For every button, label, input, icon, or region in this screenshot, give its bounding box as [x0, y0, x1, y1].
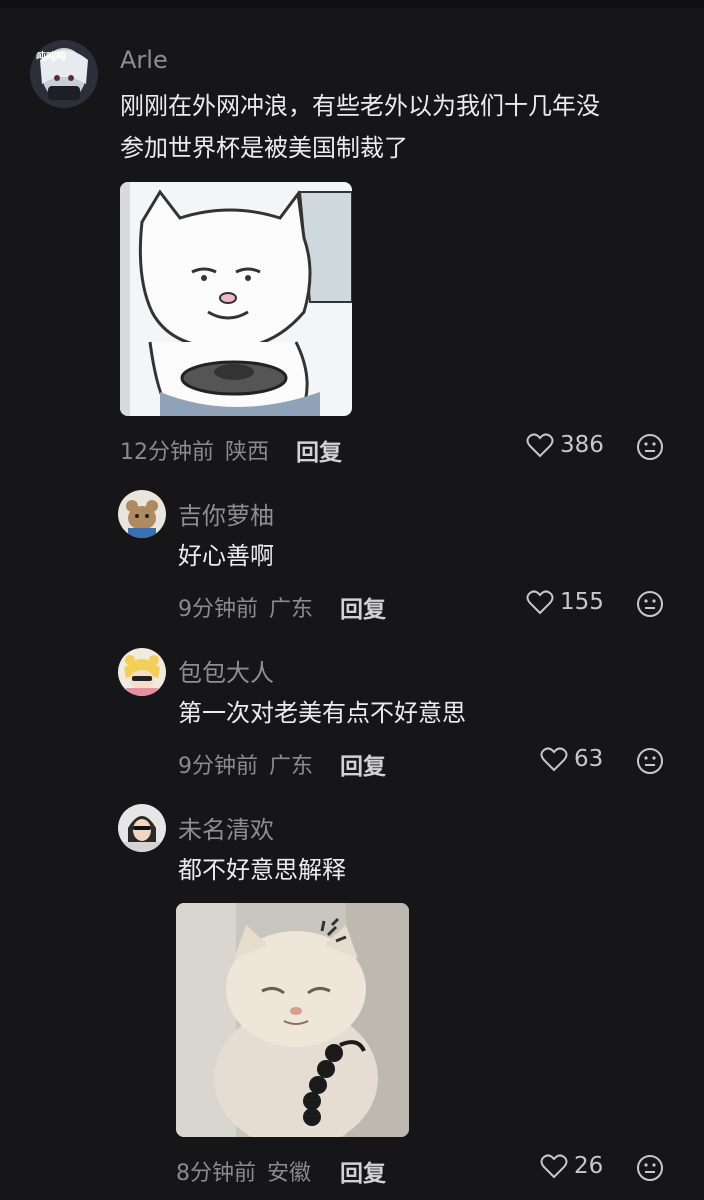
- username[interactable]: 吉你萝柚: [178, 496, 274, 531]
- comment-text: 好心善啊: [178, 542, 274, 570]
- heart-icon: [526, 433, 554, 458]
- like-button[interactable]: 63: [540, 746, 603, 772]
- comment-time: 9分钟前 广东: [178, 591, 313, 623]
- like-count: 63: [574, 746, 604, 772]
- heart-icon: [540, 1154, 568, 1179]
- meh-face-icon[interactable]: [636, 433, 664, 461]
- comment-time: 8分钟前 安徽: [176, 1155, 311, 1187]
- meh-face-icon[interactable]: [636, 747, 664, 775]
- like-count: 386: [560, 432, 604, 458]
- heart-icon: [540, 747, 568, 772]
- location-text: 广东: [269, 754, 314, 779]
- comment-text: 第一次对老美有点不好意思: [178, 699, 466, 727]
- avatar[interactable]: [118, 648, 166, 696]
- reply-button[interactable]: 回复: [340, 590, 386, 624]
- time-text: 8分钟前: [176, 1161, 256, 1186]
- avatar[interactable]: [118, 490, 166, 538]
- comment-time: 9分钟前 广东: [178, 748, 313, 780]
- reply-button[interactable]: 回复: [340, 747, 386, 781]
- avatar-label: 吨吨吨: [36, 52, 66, 63]
- sticker-image[interactable]: [176, 903, 409, 1137]
- comment-time: 12分钟前 陕西: [120, 434, 269, 466]
- meh-face-icon[interactable]: [636, 590, 664, 618]
- meh-face-icon[interactable]: [636, 1154, 664, 1182]
- username[interactable]: Arle: [120, 46, 168, 74]
- top-divider: [0, 0, 704, 8]
- reply-button[interactable]: 回复: [340, 1154, 386, 1188]
- like-button[interactable]: 386: [526, 432, 604, 458]
- location-text: 安徽: [267, 1161, 312, 1186]
- comment-text: 都不好意思解释: [178, 856, 346, 884]
- comment-text-line1: 刚刚在外网冲浪，有些老外以为我们十几年没: [120, 92, 600, 120]
- username[interactable]: 包包大人: [178, 653, 274, 688]
- username[interactable]: 未名清欢: [178, 810, 274, 845]
- avatar[interactable]: [118, 804, 166, 852]
- sticker-image[interactable]: [120, 182, 352, 416]
- time-text: 9分钟前: [178, 754, 258, 779]
- heart-icon: [526, 590, 554, 615]
- time-text: 9分钟前: [178, 597, 258, 622]
- like-count: 26: [574, 1153, 604, 1179]
- avatar[interactable]: 吨吨吨: [30, 40, 98, 108]
- location-text: 陕西: [225, 440, 270, 465]
- comment-text-line2: 参加世界杯是被美国制裁了: [120, 134, 408, 162]
- reply-button[interactable]: 回复: [296, 433, 342, 467]
- like-button[interactable]: 26: [540, 1153, 603, 1179]
- like-count: 155: [560, 589, 604, 615]
- time-text: 12分钟前: [120, 440, 214, 465]
- like-button[interactable]: 155: [526, 589, 604, 615]
- location-text: 广东: [269, 597, 314, 622]
